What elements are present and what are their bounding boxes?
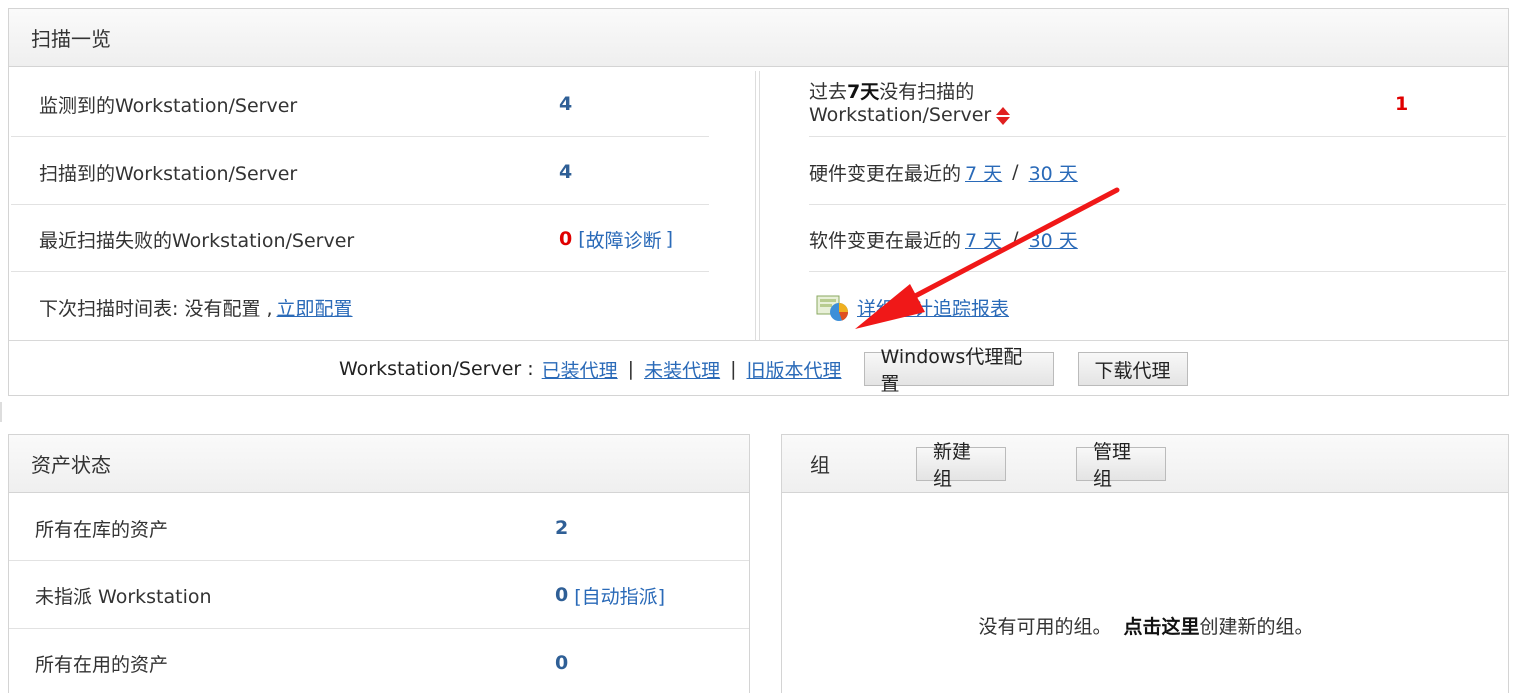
group-panel: 组 新建组 管理组 没有可用的组。 点击这里 创建新的组。 <box>781 434 1509 693</box>
unassigned-value[interactable]: 0 <box>555 584 568 606</box>
diagnose-bracket-close: ] <box>665 228 674 250</box>
not-scanned-line2: Workstation/Server <box>809 104 1429 127</box>
create-group-text: 创建新的组。 <box>1199 615 1314 638</box>
not-scanned-days: 7天 <box>847 81 880 103</box>
empty-group-text: 没有可用的组。 <box>978 615 1112 638</box>
all-in-stock-value[interactable]: 2 <box>555 517 568 539</box>
all-in-stock-row: 所有在库的资产 2 <box>35 513 735 543</box>
scan-overview-panel: 扫描一览 监测到的Workstation/Server 4 扫描到的Workst… <box>8 8 1509 396</box>
failed-value[interactable]: 0 <box>559 228 572 250</box>
hardware-change-row: 硬件变更在最近的 7 天 / 30 天 <box>809 157 1409 187</box>
divider <box>809 136 1506 137</box>
group-header: 组 新建组 管理组 <box>782 435 1508 493</box>
configure-now-link[interactable]: 立即配置 <box>277 294 353 321</box>
software-30-days-link[interactable]: 30 天 <box>1029 226 1078 253</box>
pipe-separator: | <box>730 358 737 380</box>
in-use-label: 所有在用的资产 <box>35 653 169 676</box>
old-version-agent-link[interactable]: 旧版本代理 <box>747 356 842 383</box>
in-use-value[interactable]: 0 <box>555 652 568 674</box>
scanned-label: 扫描到的Workstation/Server <box>39 162 298 185</box>
diagnose-bracket-open: [ <box>578 228 586 250</box>
all-in-stock-label: 所有在库的资产 <box>35 518 169 541</box>
audit-report-row: 详细审计追踪报表 <box>815 290 1415 324</box>
asset-status-header: 资产状态 <box>9 435 749 493</box>
auto-assign-link[interactable]: [自动指派] <box>574 582 665 609</box>
divider <box>9 560 749 561</box>
unassigned-row: 未指派 Workstation 0 [自动指派] <box>35 580 735 610</box>
download-agent-button[interactable]: 下载代理 <box>1077 352 1188 386</box>
schedule-row: 下次扫描时间表: 没有配置 , 立即配置 <box>39 292 739 322</box>
detected-row: 监测到的Workstation/Server 4 <box>39 89 709 119</box>
installed-agent-link[interactable]: 已装代理 <box>542 356 618 383</box>
empty-group-message: 没有可用的组。 点击这里 创建新的组。 <box>782 610 1510 640</box>
agent-bar: Workstation/Server : 已装代理 | 未装代理 | 旧版本代理… <box>339 346 1239 395</box>
left-edge-line <box>0 402 2 422</box>
sort-icon[interactable] <box>995 106 1011 126</box>
scan-overview-header: 扫描一览 <box>9 9 1508 67</box>
group-title: 组 <box>810 453 830 477</box>
failed-label: 最近扫描失败的Workstation/Server <box>39 229 355 252</box>
new-group-button[interactable]: 新建组 <box>916 441 1006 490</box>
detected-value[interactable]: 4 <box>559 93 572 115</box>
divider <box>809 271 1506 272</box>
asset-status-panel: 资产状态 所有在库的资产 2 未指派 Workstation 0 [自动指派] … <box>8 434 750 693</box>
not-scanned-line1: 过去7天没有扫描的 <box>809 81 1429 104</box>
report-chart-icon <box>816 295 848 321</box>
windows-agent-config-button[interactable]: Windows代理配置 <box>863 346 1054 395</box>
scanned-row: 扫描到的Workstation/Server 4 <box>39 157 709 187</box>
agent-label: Workstation/Server : <box>339 358 534 380</box>
not-scanned-value[interactable]: 1 <box>1395 93 1408 115</box>
not-scanned-prefix: 过去 <box>809 81 848 103</box>
hardware-30-days-link[interactable]: 30 天 <box>1029 159 1078 186</box>
hardware-7-days-link[interactable]: 7 天 <box>965 159 1002 186</box>
detected-label: 监测到的Workstation/Server <box>39 94 298 117</box>
divider <box>11 271 709 272</box>
divider <box>11 204 709 205</box>
scan-overview-title: 扫描一览 <box>31 27 111 51</box>
not-scanned-suffix: 没有扫描的 <box>879 81 975 103</box>
audit-report-link[interactable]: 详细审计追踪报表 <box>857 294 1009 321</box>
software-change-row: 软件变更在最近的 7 天 / 30 天 <box>809 224 1409 254</box>
divider <box>11 136 709 137</box>
click-here-link[interactable]: 点击这里 <box>1123 612 1199 639</box>
not-scanned-row: 过去7天没有扫描的 Workstation/Server 1 <box>809 81 1429 131</box>
divider <box>809 204 1506 205</box>
failed-row: 最近扫描失败的Workstation/Server 0 [ 故障诊断 ] <box>39 224 719 254</box>
software-slash: / <box>1012 228 1019 250</box>
software-7-days-link[interactable]: 7 天 <box>965 226 1002 253</box>
pipe-separator: | <box>627 358 635 380</box>
divider <box>9 628 749 629</box>
hardware-change-label: 硬件变更在最近的 <box>809 162 962 185</box>
vertical-divider <box>755 71 760 341</box>
manage-group-button[interactable]: 管理组 <box>1076 441 1166 490</box>
schedule-label: 下次扫描时间表: 没有配置 , <box>39 297 273 320</box>
asset-status-title: 资产状态 <box>31 453 111 477</box>
diagnose-link[interactable]: 故障诊断 <box>586 226 662 253</box>
unassigned-label: 未指派 Workstation <box>35 585 212 608</box>
software-change-label: 软件变更在最近的 <box>809 229 962 252</box>
not-scanned-device: Workstation/Server <box>809 104 992 126</box>
in-use-row: 所有在用的资产 0 <box>35 648 735 678</box>
hardware-slash: / <box>1012 161 1019 183</box>
divider <box>9 340 1508 341</box>
scanned-value[interactable]: 4 <box>559 161 572 183</box>
not-installed-agent-link[interactable]: 未装代理 <box>644 356 720 383</box>
